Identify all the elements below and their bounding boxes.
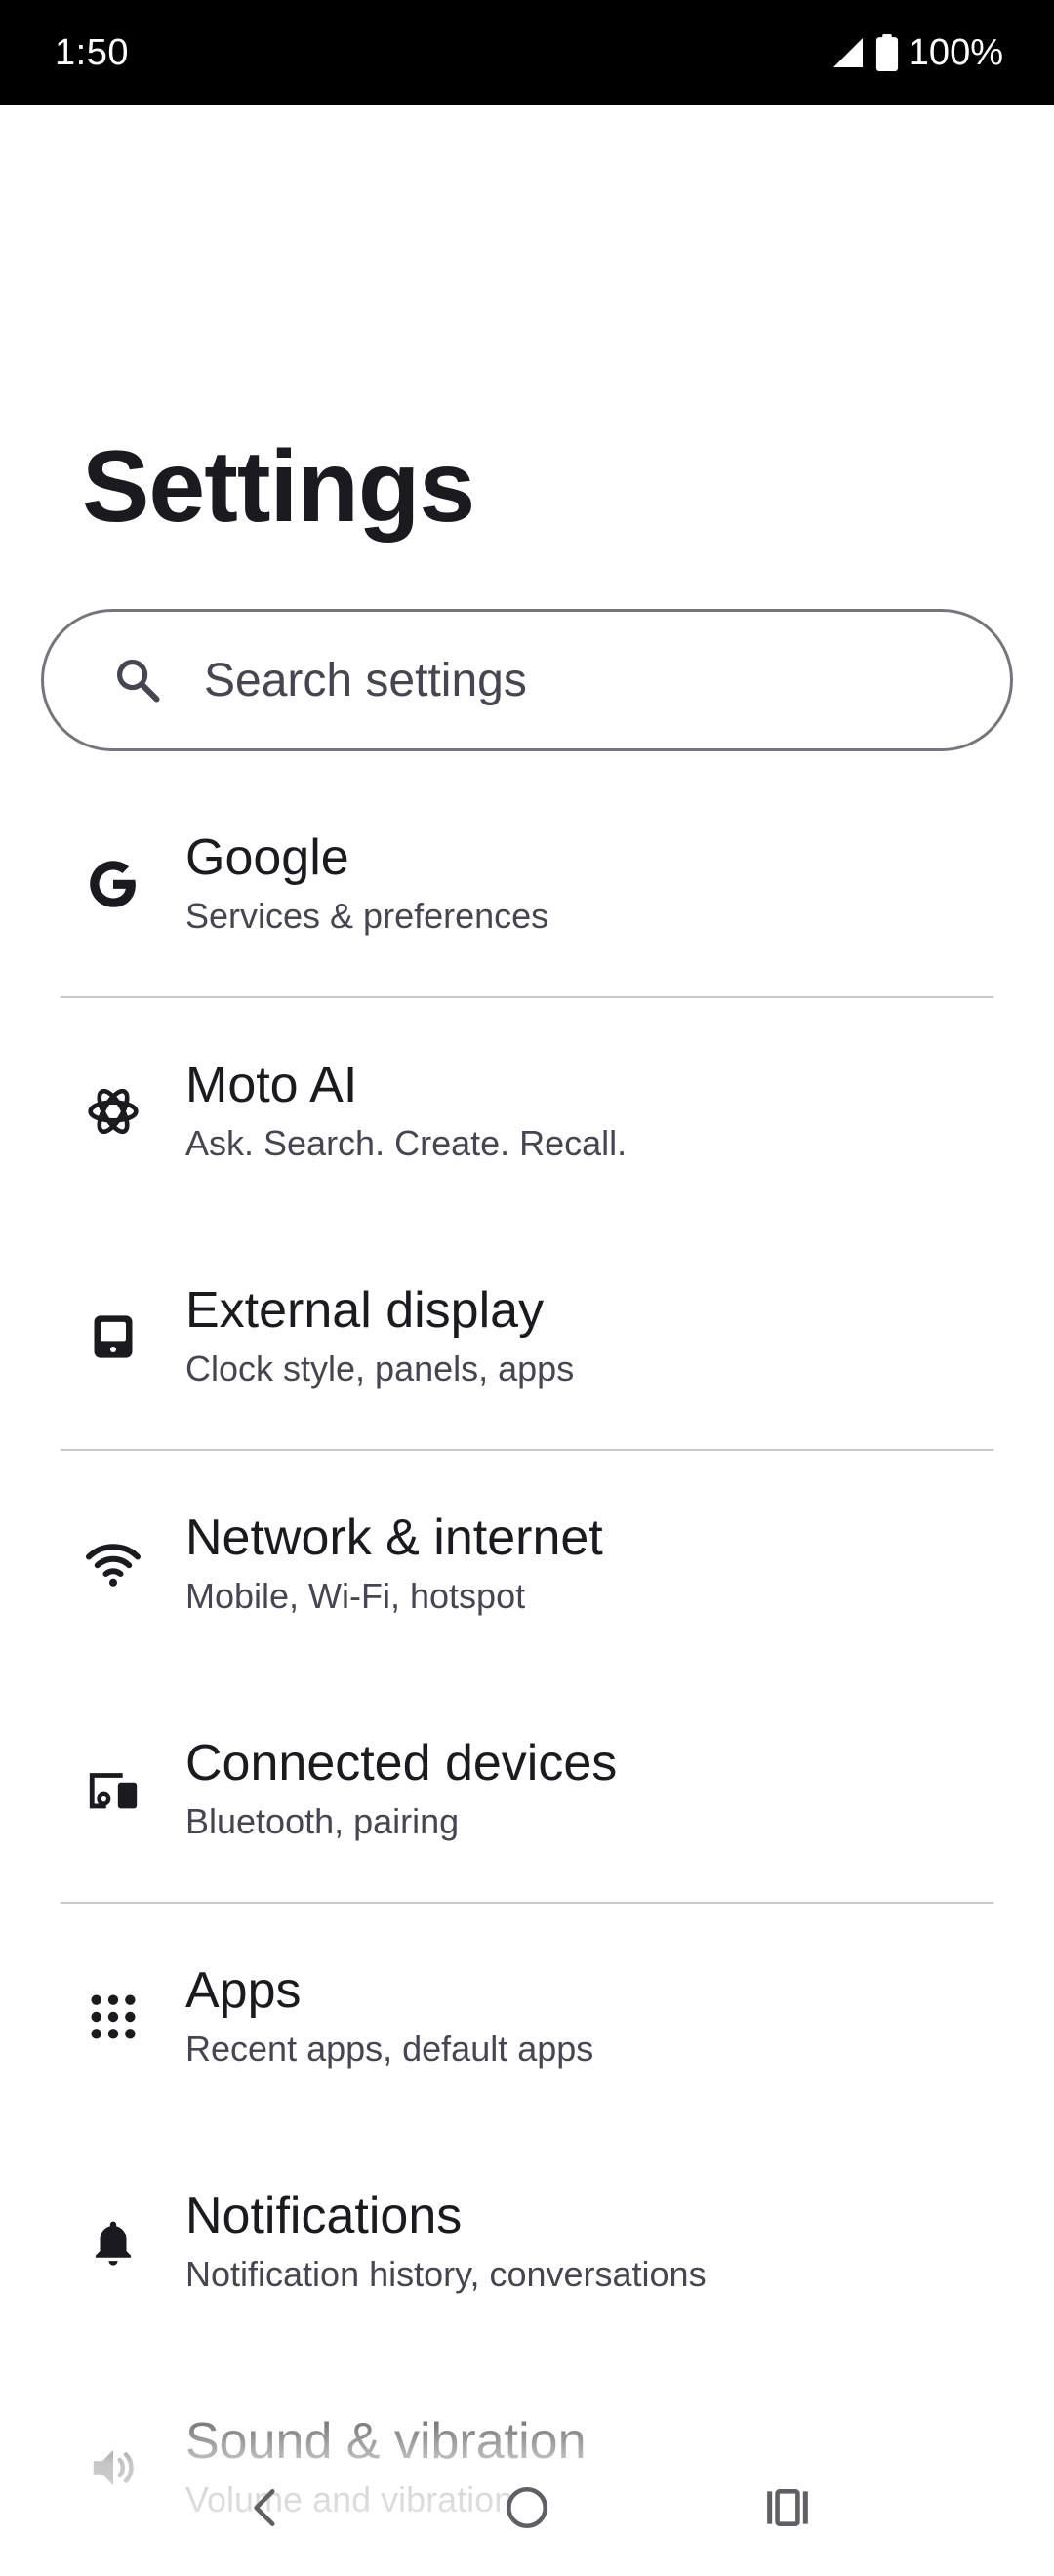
settings-item-connected-devices[interactable]: Connected devices Bluetooth, pairing [0, 1676, 1054, 1902]
status-time: 1:50 [55, 31, 129, 73]
settings-item-title: Connected devices [185, 1734, 618, 1791]
external-display-icon [78, 1302, 148, 1372]
moto-ai-icon [78, 1076, 148, 1147]
settings-item-title: Apps [185, 1961, 302, 2019]
settings-item-moto-ai[interactable]: Moto AI Ask. Search. Create. Recall. [0, 998, 1054, 1224]
status-bar: 1:50 100% [0, 0, 1054, 105]
back-button[interactable] [223, 2464, 310, 2552]
apps-grid-icon [78, 1982, 148, 2052]
settings-item-title: External display [185, 1281, 545, 1339]
settings-item-subtitle: Clock style, panels, apps [185, 1348, 575, 1389]
settings-item-subtitle: Mobile, Wi-Fi, hotspot [185, 1575, 526, 1616]
settings-item-subtitle: Bluetooth, pairing [185, 1800, 460, 1841]
search-bar[interactable] [41, 609, 1013, 751]
bell-icon [78, 2207, 148, 2277]
settings-item-title: Notifications [185, 2187, 463, 2244]
settings-item-notifications[interactable]: Notifications Notification history, conv… [0, 2129, 1054, 2355]
settings-item-subtitle: Ask. Search. Create. Recall. [185, 1122, 628, 1163]
battery-percent: 100% [908, 31, 1003, 73]
settings-item-title: Moto AI [185, 1056, 358, 1113]
settings-item-subtitle: Services & preferences [185, 895, 549, 936]
cell-signal-icon [831, 35, 866, 70]
status-icons: 100% [831, 32, 1003, 74]
settings-item-external-display[interactable]: External display Clock style, panels, ap… [0, 1224, 1054, 1449]
search-icon [108, 651, 167, 709]
page-title: Settings [82, 430, 475, 543]
google-g-icon [78, 849, 148, 919]
settings-item-apps[interactable]: Apps Recent apps, default apps [0, 1904, 1054, 2129]
settings-list: Google Services & preferences Moto AI As… [0, 771, 1054, 2576]
wifi-icon [78, 1529, 148, 1599]
settings-item-google[interactable]: Google Services & preferences [0, 771, 1054, 996]
recents-button[interactable] [744, 2464, 831, 2552]
settings-item-network[interactable]: Network & internet Mobile, Wi-Fi, hotspo… [0, 1451, 1054, 1676]
navigation-bar [0, 2439, 1054, 2576]
connected-devices-icon [78, 1754, 148, 1825]
home-button[interactable] [483, 2464, 571, 2552]
battery-icon [875, 34, 899, 71]
settings-item-subtitle: Recent apps, default apps [185, 2028, 594, 2069]
settings-item-title: Google [185, 828, 349, 886]
search-input[interactable] [204, 653, 946, 707]
settings-item-title: Network & internet [185, 1509, 603, 1566]
settings-item-subtitle: Notification history, conversations [185, 2253, 707, 2294]
